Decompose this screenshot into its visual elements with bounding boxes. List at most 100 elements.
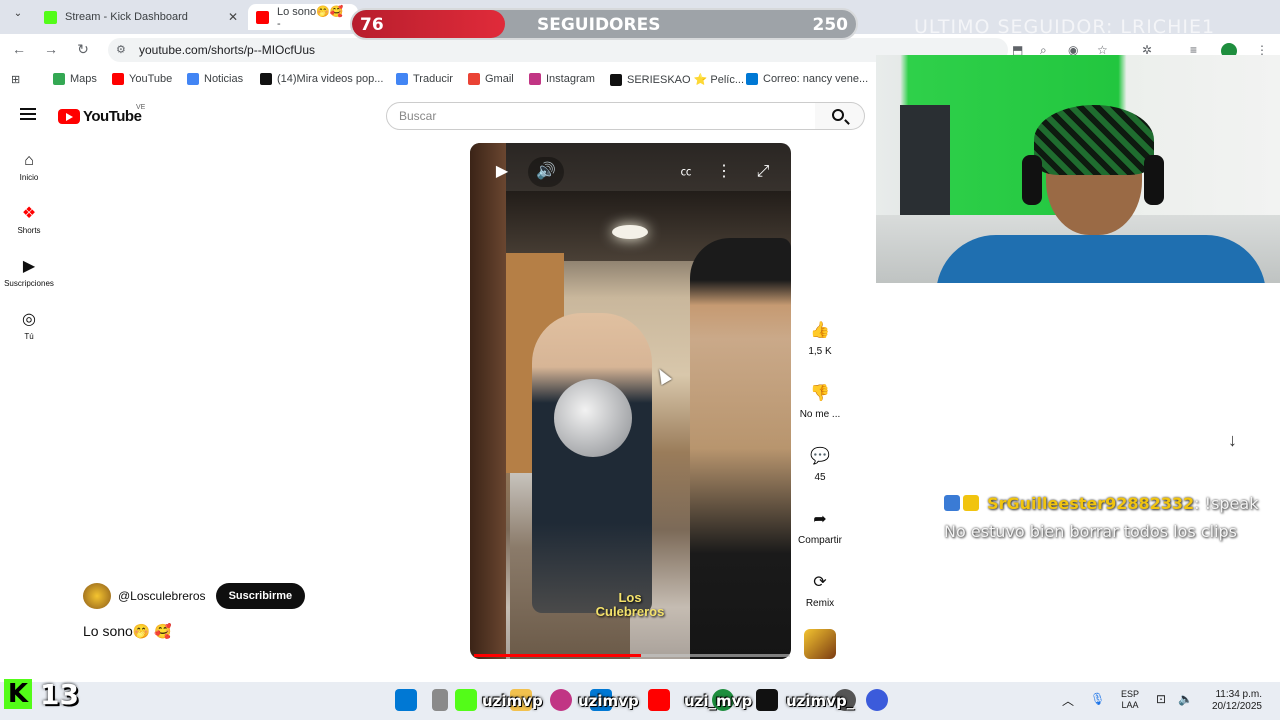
input-language[interactable]: ESP LAA bbox=[1118, 689, 1142, 711]
bookmark-correo[interactable]: Correo: nancy vene... bbox=[746, 73, 868, 85]
overlay-username: uzi_mvp bbox=[684, 692, 753, 710]
address-bar[interactable]: ⚙ youtube.com/shorts/p--MIOcfUus bbox=[108, 38, 1008, 62]
scroll-down-arrow-icon[interactable]: ↓ bbox=[1228, 430, 1237, 451]
kick-app-icon[interactable] bbox=[455, 689, 477, 711]
sidebar-item-suscripciones[interactable]: ▶ Suscripciones bbox=[0, 257, 58, 288]
viewer-count: 13 bbox=[40, 678, 79, 711]
crown-badge-icon bbox=[963, 495, 979, 511]
close-tab-icon[interactable]: ✕ bbox=[228, 10, 238, 24]
speaker-icon[interactable]: 🔈 bbox=[1178, 692, 1193, 706]
screen: ⌄ Stream - Kick Dashboard ✕ Lo sono🤭🥰 - … bbox=[0, 0, 1280, 720]
overlay-username: uzimvp bbox=[482, 692, 543, 710]
site-info-icon[interactable]: ⚙ bbox=[116, 43, 126, 56]
volume-icon[interactable]: 🔊 bbox=[528, 157, 564, 187]
video-progress-bar[interactable] bbox=[474, 654, 790, 657]
share-icon: ➦ bbox=[813, 511, 827, 528]
webcam-feed bbox=[876, 55, 1280, 283]
chat-message: SrGuilleester92882332: !speak No estuvo … bbox=[944, 490, 1274, 546]
more-options-icon[interactable]: ⋮ bbox=[706, 157, 742, 187]
remix-icon: ⟳ bbox=[813, 574, 827, 591]
sidebar-item-shorts[interactable]: ❖ Shorts bbox=[0, 204, 58, 235]
sidebar-item-tu[interactable]: ◎ Tú bbox=[0, 310, 58, 341]
comment-count: 45 bbox=[814, 472, 826, 483]
tab-title: Stream - Kick Dashboard bbox=[65, 11, 188, 23]
tiktok-app-icon[interactable] bbox=[756, 689, 778, 711]
translate-icon bbox=[396, 73, 408, 85]
serieskao-icon bbox=[610, 73, 622, 86]
channel-info: @Losculebreros Suscribirme bbox=[83, 583, 306, 609]
overlay-username: uzimvp_ bbox=[786, 692, 855, 710]
remix-button[interactable]: ⟳ Remix bbox=[795, 572, 845, 609]
thumbs-down-icon: 👎 bbox=[810, 385, 830, 402]
tray-chevron-icon[interactable]: ︿ bbox=[1062, 692, 1074, 709]
shorts-video-player[interactable]: ▶ 🔊 ㏄ ⋮ ⤢ Los Culebreros bbox=[470, 143, 791, 659]
bookmark-noticias[interactable]: Noticias bbox=[187, 73, 243, 85]
microphone-icon[interactable]: 🎙 bbox=[1090, 692, 1105, 706]
goal-target-count: 250 bbox=[812, 15, 849, 35]
instagram-icon bbox=[529, 73, 541, 85]
fullscreen-icon[interactable]: ⤢ bbox=[745, 157, 781, 187]
search-icon bbox=[832, 109, 844, 121]
overlay-username: uzimvp bbox=[578, 692, 639, 710]
comment-icon: 💬 bbox=[810, 448, 830, 465]
video-title[interactable]: Lo sono🤭 🥰 bbox=[83, 623, 172, 640]
bookmark-gmail[interactable]: Gmail bbox=[468, 73, 514, 85]
youtube-wordmark[interactable]: YouTube bbox=[83, 108, 142, 125]
tab-search-chevron-icon[interactable]: ⌄ bbox=[8, 8, 28, 26]
forward-arrow-icon[interactable]: → bbox=[42, 41, 60, 57]
channel-watermark: Los Culebreros bbox=[595, 590, 665, 619]
bookmark-youtube[interactable]: YouTube bbox=[112, 73, 172, 85]
video-progress-fill bbox=[474, 654, 642, 657]
gmail-icon bbox=[468, 73, 480, 85]
thumbs-up-icon: 👍 bbox=[810, 322, 830, 339]
reload-icon[interactable]: ↻ bbox=[74, 41, 92, 58]
channel-name[interactable]: @Losculebreros bbox=[118, 589, 206, 603]
bookmark-traducir[interactable]: Traducir bbox=[396, 73, 453, 85]
maps-pin-icon bbox=[53, 73, 65, 85]
comments-button[interactable]: 💬 45 bbox=[795, 446, 845, 483]
windows-taskbar bbox=[0, 682, 1280, 720]
captions-icon[interactable]: ㏄ bbox=[668, 157, 704, 187]
bookmark-instagram[interactable]: Instagram bbox=[529, 73, 595, 85]
network-icon[interactable]: ⊡ bbox=[1156, 692, 1166, 706]
home-icon: ⌂ bbox=[24, 152, 34, 169]
search-input[interactable] bbox=[386, 102, 816, 130]
goal-label: SEGUIDORES bbox=[537, 15, 661, 35]
youtube-logo-icon[interactable] bbox=[58, 109, 80, 124]
url-text: youtube.com/shorts/p--MIOcfUus bbox=[139, 43, 316, 57]
like-button[interactable]: 👍 1,5 K bbox=[795, 320, 845, 357]
search-button[interactable] bbox=[815, 102, 865, 130]
bookmark-serieskao[interactable]: SERIESKAO ⭐ Pelíc... bbox=[610, 73, 744, 86]
instagram-app-icon[interactable] bbox=[550, 689, 572, 711]
cortana-app-icon[interactable] bbox=[866, 689, 888, 711]
dislike-button[interactable]: 👎 No me ... bbox=[795, 383, 845, 420]
goal-current-count: 76 bbox=[360, 15, 384, 35]
apps-grid-icon[interactable]: ⊞ bbox=[11, 73, 20, 86]
youtube-app-icon[interactable] bbox=[648, 689, 670, 711]
subscriptions-icon: ▶ bbox=[22, 258, 36, 275]
channel-avatar[interactable] bbox=[83, 583, 111, 609]
moderator-badge-icon bbox=[944, 495, 960, 511]
outlook-icon bbox=[746, 73, 758, 85]
system-clock[interactable]: 11:34 p.m. 20/12/2025 bbox=[1204, 689, 1262, 713]
share-button[interactable]: ➦ Compartir bbox=[795, 509, 845, 546]
subscribe-button[interactable]: Suscribirme bbox=[215, 583, 306, 609]
youtube-favicon-icon bbox=[256, 10, 269, 24]
like-count: 1,5 K bbox=[808, 346, 832, 357]
back-arrow-icon[interactable]: ← bbox=[10, 41, 28, 57]
country-code: VE bbox=[136, 104, 146, 111]
windows-start-icon[interactable] bbox=[395, 689, 417, 711]
headset-icon bbox=[1022, 155, 1042, 205]
sidebar-item-inicio[interactable]: ⌂ Inicio bbox=[0, 151, 58, 182]
tab-title: Lo sono🤭🥰 - bbox=[277, 5, 344, 30]
menu-hamburger-icon[interactable] bbox=[20, 108, 36, 120]
task-view-icon[interactable] bbox=[432, 689, 448, 711]
kick-favicon-icon bbox=[44, 10, 57, 24]
bookmark-tiktok[interactable]: (14)Mira videos pop... bbox=[260, 73, 383, 85]
audio-thumbnail[interactable] bbox=[804, 629, 836, 659]
tab-kick-dashboard[interactable]: Stream - Kick Dashboard ✕ bbox=[36, 4, 246, 30]
tab-youtube-short[interactable]: Lo sono🤭🥰 - bbox=[248, 4, 358, 30]
play-icon[interactable]: ▶ bbox=[484, 157, 520, 187]
bookmark-maps[interactable]: Maps bbox=[53, 73, 97, 85]
youtube-header: YouTube VE bbox=[0, 96, 876, 136]
